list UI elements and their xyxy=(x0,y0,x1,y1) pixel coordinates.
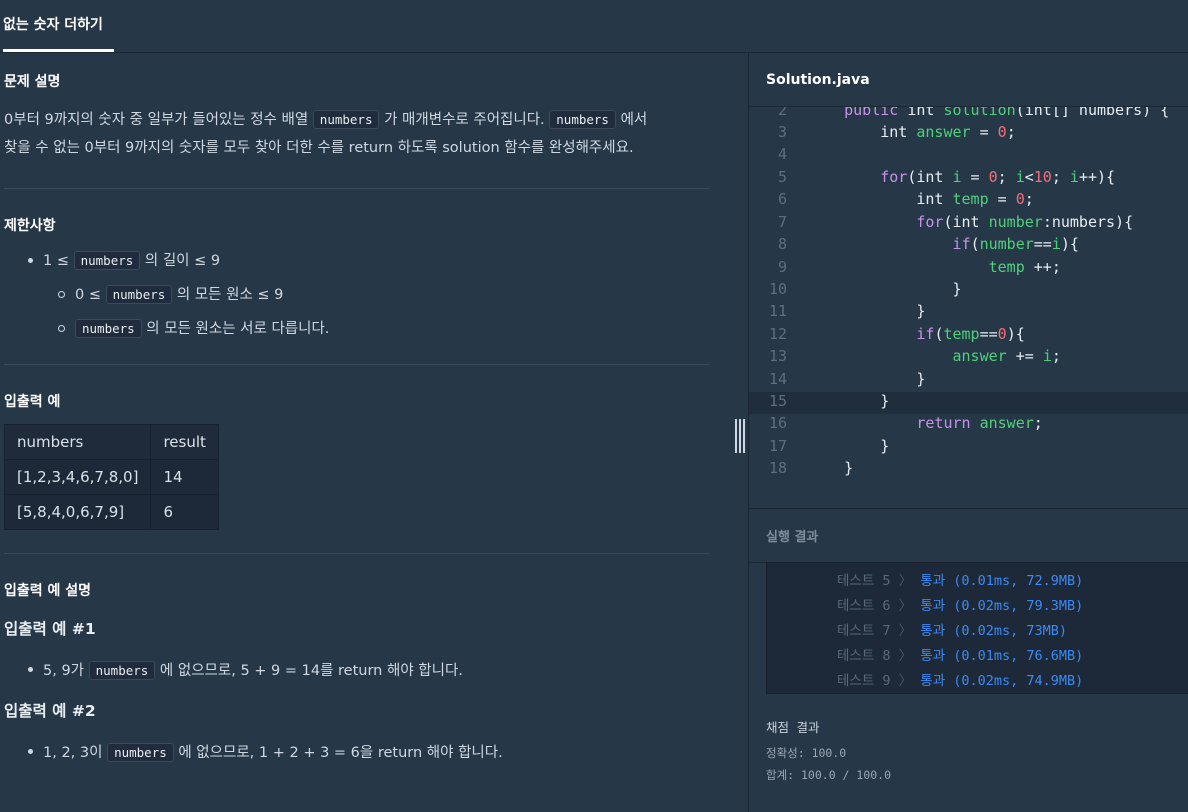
code-line: 2 public int solution(int[] numbers) { xyxy=(777,107,1170,119)
code-line: 7 for(int number:numbers){ xyxy=(777,213,1134,231)
result-header: 실행 결과 xyxy=(749,508,1188,563)
description-heading: 문제 설명 xyxy=(4,74,61,90)
table-cell: [1,2,3,4,6,7,8,0] xyxy=(3,459,152,495)
io-table: numbers result [1,2,3,4,6,7,8,0] 14 [5,8… xyxy=(3,424,219,530)
table-header-row: numbers result xyxy=(3,424,219,460)
example-1-title: 입출력 예 #1 xyxy=(4,620,96,638)
problem-description-pane: 문제 설명 0부터 9까지의 숫자 중 일부가 들어있는 정수 배열 numbe… xyxy=(0,53,730,812)
table-row: [5,8,4,0,6,7,9] 6 xyxy=(3,494,219,530)
column-header: numbers xyxy=(3,424,152,460)
tab-problem[interactable]: 없는 숫자 더하기 xyxy=(3,14,103,34)
grade-accuracy: 정확성: 100.0 xyxy=(766,746,847,760)
result-heading: 실행 결과 xyxy=(766,530,819,545)
editor-pane: Solution.java 2 public int solution(int[… xyxy=(748,53,1188,812)
grade-total: 합계: 100.0 / 100.0 xyxy=(766,768,892,782)
code-line: 10 } xyxy=(768,280,962,298)
sub-bullet-icon xyxy=(58,291,65,298)
pane-resize-handle[interactable] xyxy=(734,419,746,453)
test-results-panel[interactable]: 테스트 5 〉 통과 (0.01ms, 72.9MB) 테스트 6 〉 통과 (… xyxy=(766,562,1188,694)
file-name: Solution.java xyxy=(766,72,870,88)
table-cell: [5,8,4,0,6,7,9] xyxy=(3,494,152,530)
divider xyxy=(4,364,709,365)
code-line: 9 temp ++; xyxy=(777,258,1061,276)
example-2-title: 입출력 예 #2 xyxy=(4,702,96,720)
active-tab-indicator xyxy=(3,49,114,52)
constraint-sub-item-2: numbers 의 모든 원소는 서로 다릅니다. xyxy=(75,317,329,338)
table-cell: 14 xyxy=(150,459,219,495)
sub-bullet-icon xyxy=(58,325,65,332)
constraints-heading: 제한사항 xyxy=(4,218,56,234)
code-line: 3 int answer = 0; xyxy=(777,123,1016,141)
code-line: 17 } xyxy=(768,437,890,455)
editor-header: Solution.java xyxy=(749,53,1188,107)
description-line-1: 0부터 9까지의 숫자 중 일부가 들어있는 정수 배열 numbers 가 매… xyxy=(4,110,648,129)
bullet-icon xyxy=(28,749,33,754)
test-result-row: 테스트 7 〉 통과 (0.02ms, 73MB) xyxy=(837,623,1068,639)
code-line: 18 } xyxy=(768,459,854,477)
test-result-row: 테스트 6 〉 통과 (0.02ms, 79.3MB) xyxy=(837,598,1084,614)
io-heading: 입출력 예 xyxy=(4,394,61,410)
description-line-2: 찾을 수 없는 0부터 9까지의 숫자를 모두 찾아 더한 수를 return … xyxy=(4,140,634,156)
code-line: 16 return answer; xyxy=(768,414,1043,432)
code-line: 8 if(number==i){ xyxy=(777,235,1079,253)
explain-heading: 입출력 예 설명 xyxy=(4,583,92,599)
inline-code: numbers xyxy=(549,110,616,129)
grade-title: 채점 결과 xyxy=(766,720,820,735)
top-tab-bar: 없는 숫자 더하기 xyxy=(0,0,1188,53)
code-line-active: 15 } xyxy=(749,392,1188,414)
code-line: 14 } xyxy=(768,370,926,388)
code-line: 12 if(temp==0){ xyxy=(768,325,1025,343)
test-result-row: 테스트 9 〉 통과 (0.02ms, 74.9MB) xyxy=(837,673,1084,689)
constraint-item-1: 1 ≤ numbers 의 길이 ≤ 9 xyxy=(43,251,221,270)
table-row: [1,2,3,4,6,7,8,0] 14 xyxy=(3,459,219,495)
bullet-icon xyxy=(28,258,33,263)
code-line: 13 answer += i; xyxy=(768,347,1061,365)
code-editor[interactable]: 2 public int solution(int[] numbers) { 3… xyxy=(749,107,1188,507)
code-line: 5 for(int i = 0; i<10; i++){ xyxy=(777,168,1116,186)
constraint-sub-item-1: 0 ≤ numbers 의 모든 원소 ≤ 9 xyxy=(75,285,284,304)
divider xyxy=(4,553,709,554)
table-cell: 6 xyxy=(150,494,219,530)
test-result-row: 테스트 8 〉 통과 (0.01ms, 76.6MB) xyxy=(837,648,1084,664)
code-line: 4 xyxy=(777,145,787,163)
inline-code: numbers xyxy=(312,110,380,129)
column-header: result xyxy=(150,424,219,460)
test-result-row: 테스트 5 〉 통과 (0.01ms, 72.9MB) xyxy=(837,573,1084,589)
example-2-text: 1, 2, 3이 numbers 에 없으므로, 1 + 2 + 3 = 6을 … xyxy=(43,743,503,762)
code-line: 11 } xyxy=(768,302,926,320)
code-line: 6 int temp = 0; xyxy=(777,190,1034,208)
bullet-icon xyxy=(28,667,33,672)
example-1-text: 5, 9가 numbers 에 없으므로, 5 + 9 = 14를 return… xyxy=(43,661,463,680)
divider xyxy=(4,188,709,189)
